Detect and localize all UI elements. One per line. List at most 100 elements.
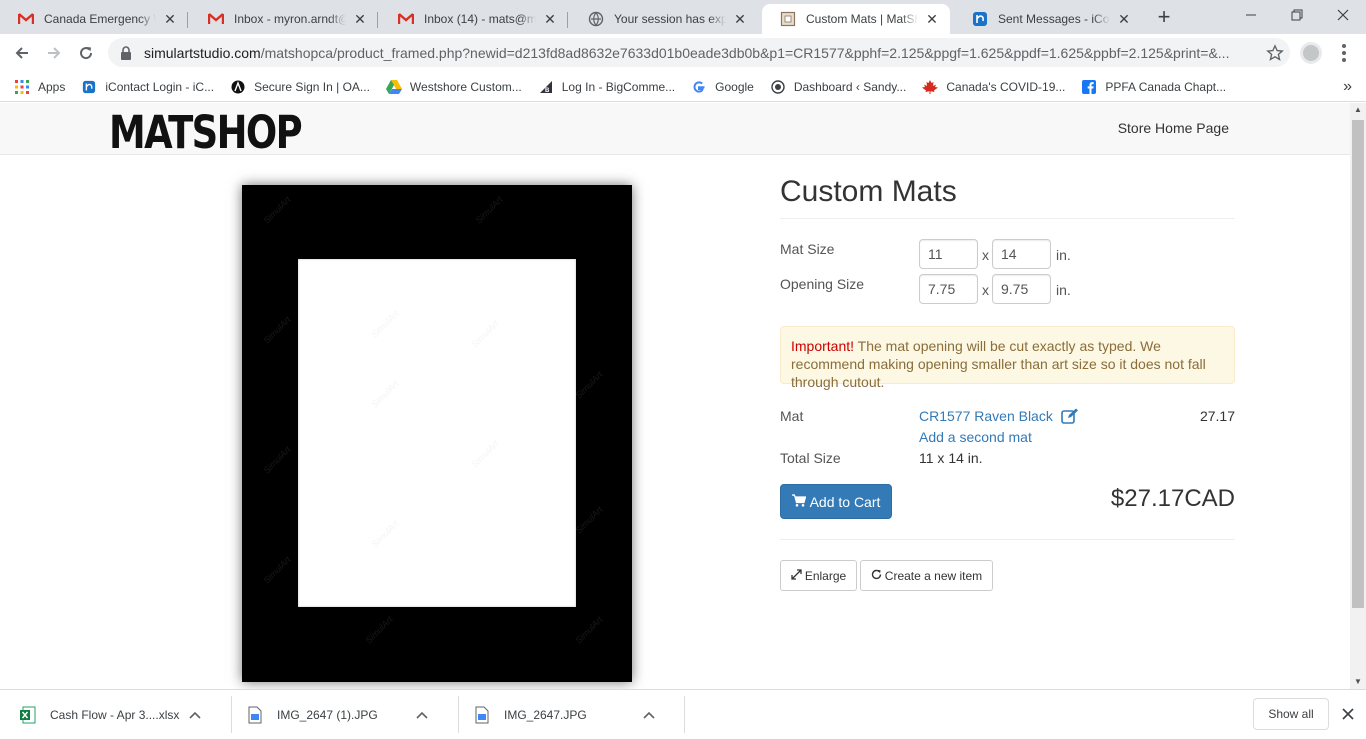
bookmark-secure-sign-in[interactable]: Secure Sign In | OA... bbox=[230, 79, 370, 95]
bookmark-westshore[interactable]: Westshore Custom... bbox=[385, 79, 522, 95]
opening-width-input[interactable] bbox=[919, 274, 978, 304]
download-item-cashflow[interactable]: Cash Flow - Apr 3....xlsx bbox=[20, 690, 202, 739]
tab-canada-emergency[interactable]: Canada Emergency Wa... ✕ bbox=[0, 4, 188, 34]
icontact-icon bbox=[972, 11, 988, 27]
bookmark-bigcommerce[interactable]: B Log In - BigComme... bbox=[538, 79, 675, 95]
close-tab-icon[interactable]: ✕ bbox=[1116, 11, 1132, 27]
bookmark-ppfa[interactable]: PPFA Canada Chapt... bbox=[1081, 79, 1226, 95]
reload-button[interactable] bbox=[71, 38, 101, 68]
tab-title: Your session has expire... bbox=[614, 12, 726, 26]
tab-sent-messages[interactable]: Sent Messages - iConta... ✕ bbox=[954, 4, 1142, 34]
mat-opening: SimulArt SimulArt SimulArt SimulArt Simu… bbox=[298, 259, 576, 607]
chevron-up-icon[interactable] bbox=[415, 708, 429, 722]
tab-custom-mats[interactable]: Custom Mats | MatShop ✕ bbox=[762, 4, 950, 34]
watermark: SimulArt bbox=[573, 614, 605, 646]
forward-button[interactable] bbox=[39, 38, 69, 68]
enlarge-button[interactable]: Enlarge bbox=[780, 560, 857, 591]
scrollbar-thumb[interactable] bbox=[1352, 120, 1364, 608]
mat-name-link[interactable]: CR1577 Raven Black bbox=[919, 408, 1053, 424]
bookmark-label: Westshore Custom... bbox=[409, 79, 522, 94]
bookmark-covid[interactable]: Canada's COVID-19... bbox=[922, 79, 1065, 95]
close-tab-icon[interactable]: ✕ bbox=[924, 11, 940, 27]
matshop-logo[interactable]: MATSHOP bbox=[109, 106, 303, 159]
lock-icon[interactable] bbox=[120, 45, 134, 60]
total-size-label: Total Size bbox=[780, 450, 841, 466]
close-tab-icon[interactable]: ✕ bbox=[732, 11, 748, 27]
download-name: IMG_2647 (1).JPG bbox=[277, 707, 378, 722]
chevron-up-icon[interactable] bbox=[642, 708, 656, 722]
chevron-up-icon[interactable] bbox=[188, 708, 202, 722]
times-label: x bbox=[982, 247, 989, 263]
image-file-icon bbox=[247, 706, 263, 724]
gmail-icon bbox=[398, 11, 414, 27]
profile-avatar[interactable] bbox=[1300, 42, 1322, 64]
close-window-button[interactable] bbox=[1320, 0, 1366, 30]
back-button[interactable] bbox=[7, 38, 37, 68]
download-separator bbox=[458, 696, 459, 733]
watermark: SimulArt bbox=[369, 308, 401, 340]
close-shelf-icon[interactable] bbox=[1338, 704, 1358, 724]
vertical-scrollbar[interactable]: ▲ ▼ bbox=[1350, 103, 1366, 689]
page-title: Custom Mats bbox=[780, 173, 1235, 219]
matshop-icon bbox=[780, 11, 796, 27]
mat-height-input[interactable] bbox=[992, 239, 1051, 269]
bookmark-dashboard[interactable]: Dashboard ‹ Sandy... bbox=[770, 79, 906, 95]
create-new-item-button[interactable]: Create a new item bbox=[860, 560, 993, 591]
mat-size-label: Mat Size bbox=[780, 241, 835, 257]
tab-inbox-mats[interactable]: Inbox (14) - mats@mat... ✕ bbox=[380, 4, 568, 34]
page-content: MATSHOP Store Home Page SimulArt SimulAr… bbox=[0, 103, 1350, 689]
excel-file-icon bbox=[20, 706, 36, 724]
add-to-cart-button[interactable]: Add to Cart bbox=[780, 484, 892, 519]
tab-title: Inbox (14) - mats@mat... bbox=[424, 12, 536, 26]
bookmark-apps[interactable]: Apps bbox=[14, 79, 65, 95]
tab-title: Custom Mats | MatShop bbox=[806, 12, 918, 26]
apps-grid-icon bbox=[14, 79, 30, 95]
facebook-icon bbox=[1081, 79, 1097, 95]
watermark: SimulArt bbox=[473, 194, 505, 226]
bookmark-star-icon[interactable] bbox=[1260, 43, 1290, 62]
download-shelf: Cash Flow - Apr 3....xlsx IMG_2647 (1).J… bbox=[0, 689, 1366, 738]
minimize-button[interactable] bbox=[1228, 0, 1274, 30]
store-home-link[interactable]: Store Home Page bbox=[1118, 120, 1229, 136]
add-second-mat-link[interactable]: Add a second mat bbox=[919, 429, 1032, 445]
mat-price: 27.17 bbox=[1199, 408, 1235, 424]
bookmark-label: Google bbox=[715, 79, 754, 94]
restore-button[interactable] bbox=[1274, 0, 1320, 30]
url-host: simulartstudio.com bbox=[144, 44, 261, 61]
close-tab-icon[interactable]: ✕ bbox=[542, 11, 558, 27]
watermark: SimulArt bbox=[261, 314, 293, 346]
image-file-icon bbox=[474, 706, 490, 724]
address-bar[interactable]: simulartstudio.com/matshopca/product_fra… bbox=[108, 38, 1290, 67]
bigcommerce-icon: B bbox=[538, 79, 554, 95]
svg-text:B: B bbox=[545, 88, 550, 94]
download-item-img-2647[interactable]: IMG_2647.JPG bbox=[474, 690, 656, 739]
watermark: SimulArt bbox=[469, 438, 501, 470]
bookmark-icontact[interactable]: iContact Login - iC... bbox=[81, 79, 214, 95]
bookmark-google[interactable]: Google bbox=[691, 79, 754, 95]
globe-icon bbox=[588, 11, 604, 27]
scroll-up-icon[interactable]: ▲ bbox=[1350, 103, 1366, 117]
opening-size-label: Opening Size bbox=[780, 276, 865, 292]
browser-menu-icon[interactable] bbox=[1334, 42, 1354, 64]
more-bookmarks-chevron-icon[interactable]: » bbox=[1343, 78, 1352, 96]
close-tab-icon[interactable]: ✕ bbox=[352, 11, 368, 27]
product-details: Custom Mats Mat Size x in. Opening Size … bbox=[780, 173, 1235, 591]
bookmark-label: Canada's COVID-19... bbox=[946, 79, 1066, 94]
opening-height-input[interactable] bbox=[992, 274, 1051, 304]
download-item-img-2647-1[interactable]: IMG_2647 (1).JPG bbox=[247, 690, 429, 739]
scroll-down-icon[interactable]: ▼ bbox=[1350, 675, 1366, 689]
watermark: SimulArt bbox=[261, 194, 293, 226]
close-tab-icon[interactable]: ✕ bbox=[162, 11, 178, 27]
new-tab-button[interactable]: + bbox=[1150, 6, 1178, 30]
tab-separator bbox=[567, 12, 568, 28]
bookmark-label: Apps bbox=[38, 79, 66, 94]
edit-icon[interactable] bbox=[1061, 408, 1079, 424]
maple-leaf-icon bbox=[922, 79, 939, 95]
mat-width-input[interactable] bbox=[919, 239, 978, 269]
tab-separator bbox=[187, 12, 188, 28]
expand-arrows-icon bbox=[791, 568, 802, 583]
wordpress-icon bbox=[770, 79, 786, 95]
tab-inbox-myron[interactable]: Inbox - myron.arndt@g... ✕ bbox=[190, 4, 378, 34]
show-all-button[interactable]: Show all bbox=[1253, 698, 1329, 730]
tab-session-expired[interactable]: Your session has expire... ✕ bbox=[570, 4, 758, 34]
